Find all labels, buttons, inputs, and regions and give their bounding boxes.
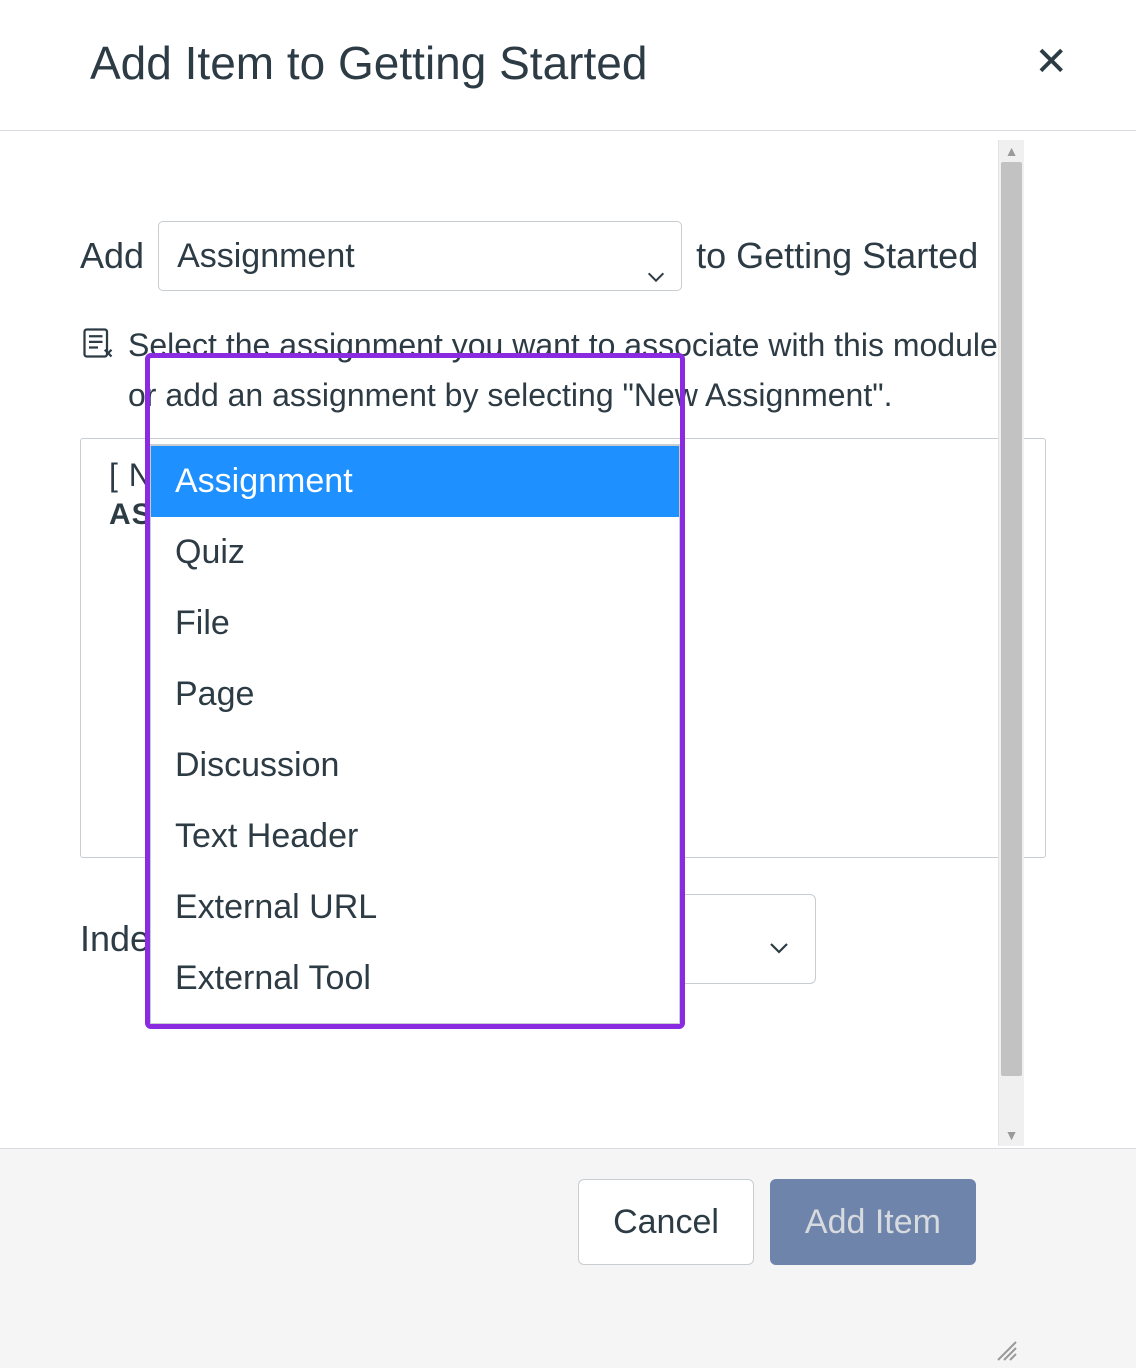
scroll-down-arrow-icon[interactable]: ▼ <box>999 1124 1024 1146</box>
modal-title: Add Item to Getting Started <box>90 36 647 90</box>
add-type-line: Add Assignment to Getting Started <box>80 221 1046 291</box>
instruction-row: Select the assignment you want to associ… <box>80 321 1046 420</box>
assignment-icon <box>80 325 116 361</box>
scroll-thumb[interactable] <box>1001 162 1022 1076</box>
item-type-dropdown-highlight: Assignment Quiz File Page Discussion Tex… <box>145 353 685 1029</box>
add-prefix-text: Add <box>80 222 144 290</box>
dd-option-discussion[interactable]: Discussion <box>151 730 679 801</box>
add-item-button[interactable]: Add Item <box>770 1179 976 1265</box>
dd-option-page[interactable]: Page <box>151 659 679 730</box>
add-item-modal: Add Item to Getting Started ✕ Add Assign… <box>0 0 1136 1368</box>
modal-scrollbar[interactable]: ▲ ▼ <box>998 140 1024 1146</box>
dd-option-quiz[interactable]: Quiz <box>151 517 679 588</box>
dd-option-file[interactable]: File <box>151 588 679 659</box>
scroll-up-arrow-icon[interactable]: ▲ <box>999 140 1024 162</box>
chevron-down-icon <box>645 245 667 267</box>
resize-grip-icon[interactable] <box>992 1336 1018 1362</box>
close-icon[interactable]: ✕ <box>1034 42 1068 82</box>
instruction-text: Select the assignment you want to associ… <box>128 321 1007 420</box>
modal-footer: Cancel Add Item <box>0 1148 1136 1368</box>
modal-header: Add Item to Getting Started ✕ <box>0 0 1136 131</box>
cancel-button[interactable]: Cancel <box>578 1179 754 1265</box>
modal-body: Add Assignment to Getting Started <box>0 131 1136 1137</box>
item-type-select[interactable]: Assignment <box>158 221 682 291</box>
dd-option-assignment[interactable]: Assignment <box>151 446 679 517</box>
chevron-down-icon <box>767 927 791 951</box>
dd-option-text-header[interactable]: Text Header <box>151 801 679 872</box>
dd-option-external-url[interactable]: External URL <box>151 872 679 943</box>
item-type-selected-value: Assignment <box>177 224 355 289</box>
dd-option-external-tool[interactable]: External Tool <box>151 943 679 1014</box>
add-suffix-text: to Getting Started <box>696 222 978 290</box>
item-type-dropdown-list[interactable]: Assignment Quiz File Page Discussion Tex… <box>150 444 680 1024</box>
